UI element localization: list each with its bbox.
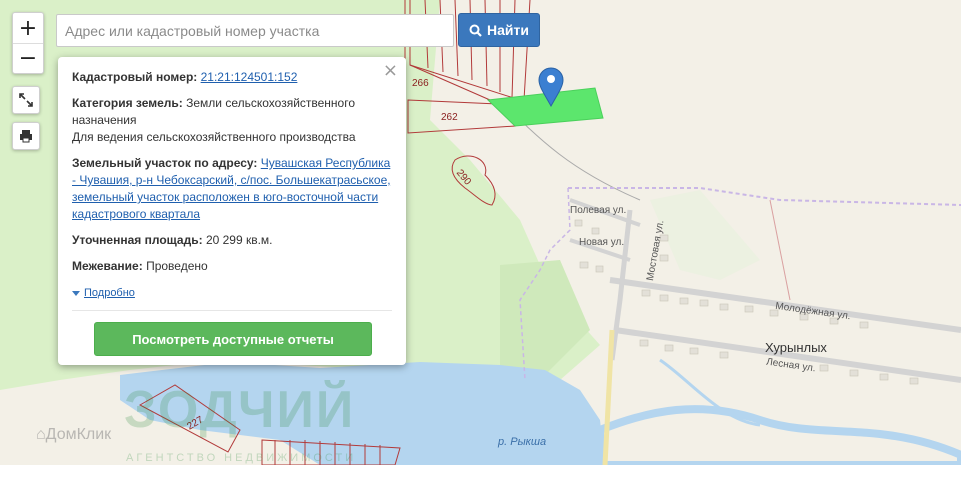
cadastral-row: Кадастровый номер: 21:21:124501:152 — [72, 69, 392, 86]
address-label: Земельный участок по адресу: — [72, 156, 258, 170]
close-icon[interactable]: × — [383, 62, 398, 80]
caret-down-icon — [72, 291, 80, 296]
print-button[interactable] — [12, 122, 40, 150]
area-row: Уточненная площадь: 20 299 кв.м. — [72, 232, 392, 249]
village-label: Хурынлых — [765, 340, 827, 355]
popup-divider — [72, 310, 392, 311]
river-label: р. Рыкша — [498, 436, 547, 448]
details-link-label: Подробно — [84, 287, 135, 299]
search-icon — [469, 24, 482, 37]
survey-row: Межевание: Проведено — [72, 258, 392, 275]
cadastral-number-link[interactable]: 21:21:124501:152 — [201, 70, 298, 84]
fullscreen-button[interactable] — [12, 86, 40, 114]
category-purpose: Для ведения сельскохозяйственного произв… — [72, 130, 356, 144]
details-link[interactable]: Подробно — [72, 285, 135, 302]
category-label: Категория земель: — [72, 96, 183, 110]
brand-tagline: АГЕНТСТВО НЕДВИЖИМОСТИ — [126, 452, 357, 464]
parcel-info-popup: × Кадастровый номер: 21:21:124501:152 Ка… — [58, 57, 406, 365]
fullscreen-icon — [19, 93, 33, 107]
search-button[interactable]: Найти — [458, 13, 540, 47]
search-button-label: Найти — [487, 22, 529, 38]
parcel-label: 266 — [412, 78, 429, 89]
survey-label: Межевание: — [72, 259, 143, 273]
brand-watermark: ЗОДЧИЙ — [124, 381, 356, 439]
cadastral-label: Кадастровый номер: — [72, 70, 198, 84]
category-row: Категория земель: Земли сельскохозяйстве… — [72, 95, 392, 146]
zoom-control: + − — [12, 12, 44, 74]
address-row: Земельный участок по адресу: Чувашская Р… — [72, 155, 392, 223]
printer-icon — [20, 130, 32, 143]
house-icon: ⌂ — [36, 426, 46, 443]
parcel-label: 262 — [441, 112, 458, 123]
zoom-out-button[interactable]: − — [13, 43, 43, 73]
map-viewport[interactable]: 266 262 290 227 Полевая ул. Новая ул. Мо… — [0, 0, 961, 477]
area-value: 20 299 кв.м. — [205, 233, 273, 247]
domclick-watermark: ⌂ДомКлик — [36, 426, 112, 443]
zoom-in-button[interactable]: + — [13, 13, 43, 43]
street-label: Новая ул. — [579, 237, 625, 248]
street-label: Полевая ул. — [570, 205, 627, 216]
survey-value: Проведено — [146, 259, 208, 273]
search-input[interactable] — [56, 14, 454, 47]
area-label: Уточненная площадь: — [72, 233, 203, 247]
view-reports-button[interactable]: Посмотреть доступные отчеты — [94, 322, 372, 356]
